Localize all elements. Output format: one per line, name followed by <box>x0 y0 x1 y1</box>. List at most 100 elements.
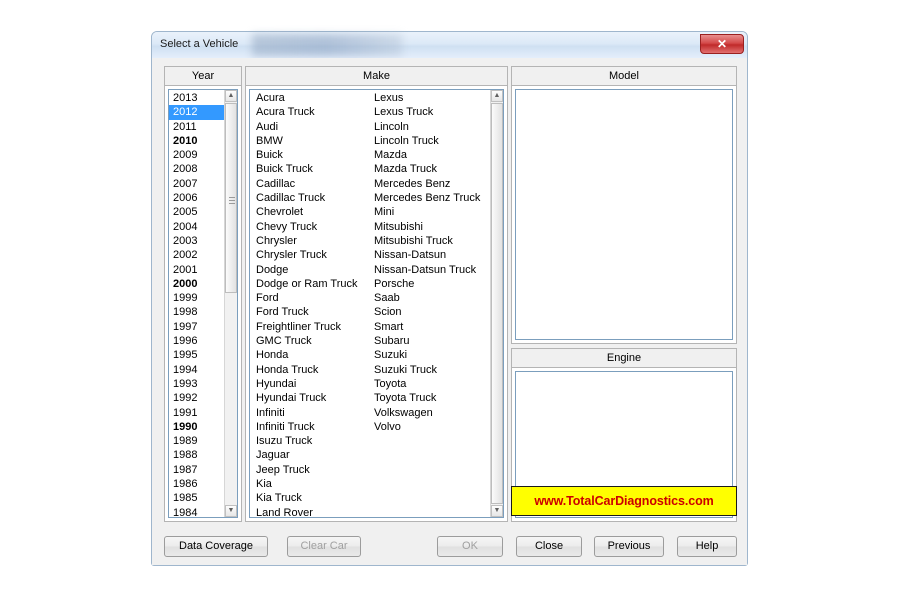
year-list-item[interactable]: 1997 <box>169 320 224 334</box>
close-button[interactable]: Close <box>516 536 582 557</box>
year-list-item[interactable]: 1995 <box>169 348 224 362</box>
model-listbox[interactable] <box>515 89 733 340</box>
scroll-down-icon[interactable]: ▼ <box>225 505 237 517</box>
year-list-item[interactable]: 2013 <box>169 91 224 105</box>
year-scrollbar[interactable]: ▲ ▼ <box>224 90 237 517</box>
make-list-item[interactable]: Smart <box>370 320 490 334</box>
make-list-item[interactable]: Chevy Truck <box>250 220 370 234</box>
make-list-item[interactable]: Cadillac <box>250 177 370 191</box>
year-list-item[interactable]: 1993 <box>169 377 224 391</box>
year-list-item[interactable]: 2001 <box>169 263 224 277</box>
help-button[interactable]: Help <box>677 536 737 557</box>
previous-button[interactable]: Previous <box>594 536 664 557</box>
make-list-item[interactable]: Toyota Truck <box>370 391 490 405</box>
year-list-item[interactable]: 1996 <box>169 334 224 348</box>
year-list-item[interactable]: 2006 <box>169 191 224 205</box>
make-list-item[interactable]: Ford Truck <box>250 305 370 319</box>
make-list-item[interactable]: Infiniti <box>250 406 370 420</box>
make-list-item[interactable]: Chrysler Truck <box>250 248 370 262</box>
make-list-item[interactable]: Hyundai <box>250 377 370 391</box>
scroll-down-icon[interactable]: ▼ <box>491 505 503 517</box>
year-list-item[interactable]: 2000 <box>169 277 224 291</box>
make-list-item[interactable]: Lincoln Truck <box>370 134 490 148</box>
data-coverage-button[interactable]: Data Coverage <box>164 536 268 557</box>
make-list-item[interactable]: Freightliner Truck <box>250 320 370 334</box>
make-list-item[interactable]: Subaru <box>370 334 490 348</box>
make-list-item[interactable]: Mini <box>370 205 490 219</box>
make-list-item[interactable]: Land Rover <box>250 506 370 517</box>
make-list-item[interactable]: Acura Truck <box>250 105 370 119</box>
make-list-item[interactable]: Chrysler <box>250 234 370 248</box>
close-icon[interactable]: ✕ <box>700 34 744 54</box>
make-list-item[interactable]: Toyota <box>370 377 490 391</box>
make-list-item[interactable]: Volvo <box>370 420 490 434</box>
make-list-item[interactable]: Kia <box>250 477 370 491</box>
year-list-item[interactable]: 1988 <box>169 448 224 462</box>
make-list-item[interactable]: Mitsubishi <box>370 220 490 234</box>
make-list-item[interactable]: Porsche <box>370 277 490 291</box>
year-list-item[interactable]: 1985 <box>169 491 224 505</box>
make-list-item[interactable]: Suzuki <box>370 348 490 362</box>
make-list-item[interactable]: BMW <box>250 134 370 148</box>
year-list-item[interactable]: 1999 <box>169 291 224 305</box>
year-list-item[interactable]: 2009 <box>169 148 224 162</box>
make-list-item[interactable]: Infiniti Truck <box>250 420 370 434</box>
year-listbox[interactable]: 2013 2012 2011 2010 2009 2008 2007 2006 2005 2004… <box>168 89 238 518</box>
make-list-item[interactable]: Mazda <box>370 148 490 162</box>
year-list-item[interactable]: 2011 <box>169 120 224 134</box>
ok-button[interactable]: OK <box>437 536 503 557</box>
make-list-item[interactable]: Dodge <box>250 263 370 277</box>
make-list-item[interactable]: Acura <box>250 91 370 105</box>
make-list-item[interactable]: Mercedes Benz <box>370 177 490 191</box>
make-list-item[interactable]: Lincoln <box>370 120 490 134</box>
make-listbox[interactable]: Acura Acura Truck Audi BMW Buick Buick Truck C… <box>249 89 504 518</box>
make-list-item[interactable]: Lexus <box>370 91 490 105</box>
year-list-item[interactable]: 1986 <box>169 477 224 491</box>
year-list-item[interactable]: 1991 <box>169 406 224 420</box>
make-scroll-thumb[interactable] <box>491 103 503 504</box>
year-list-item[interactable]: 2007 <box>169 177 224 191</box>
make-list-item[interactable]: Lexus Truck <box>370 105 490 119</box>
make-list-item[interactable]: Jaguar <box>250 448 370 462</box>
make-list-item[interactable]: Kia Truck <box>250 491 370 505</box>
make-list-column-2[interactable]: Lexus Lexus Truck Lincoln Lincoln Truck Mazd… <box>370 91 490 517</box>
make-list-item[interactable]: Chevrolet <box>250 205 370 219</box>
year-scroll-thumb[interactable] <box>225 103 237 293</box>
year-list-item[interactable]: 2004 <box>169 220 224 234</box>
make-list-item[interactable]: Mazda Truck <box>370 162 490 176</box>
year-list[interactable]: 2013 2012 2011 2010 2009 2008 2007 2006 2005 2004… <box>169 90 224 517</box>
make-list-item[interactable]: Scion <box>370 305 490 319</box>
make-list-item[interactable]: Ford <box>250 291 370 305</box>
make-list-item[interactable]: Honda <box>250 348 370 362</box>
make-list-item[interactable]: Volkswagen <box>370 406 490 420</box>
make-list-item[interactable]: Saab <box>370 291 490 305</box>
year-list-item[interactable]: 2003 <box>169 234 224 248</box>
year-list-item[interactable]: 2008 <box>169 162 224 176</box>
year-list-item[interactable]: 1987 <box>169 463 224 477</box>
year-list-item[interactable]: 1989 <box>169 434 224 448</box>
make-list-item[interactable]: Buick Truck <box>250 162 370 176</box>
make-list-item[interactable]: Nissan-Datsun <box>370 248 490 262</box>
make-list-item[interactable]: Mercedes Benz Truck <box>370 191 490 205</box>
make-list-item[interactable]: Buick <box>250 148 370 162</box>
make-list-item[interactable]: Hyundai Truck <box>250 391 370 405</box>
year-list-item[interactable]: 2002 <box>169 248 224 262</box>
clear-car-button[interactable]: Clear Car <box>287 536 361 557</box>
make-list-item[interactable]: Mitsubishi Truck <box>370 234 490 248</box>
year-list-item[interactable]: 1990 <box>169 420 224 434</box>
make-list-item[interactable]: Jeep Truck <box>250 463 370 477</box>
year-list-item[interactable]: 2012 <box>169 105 224 120</box>
make-list-item[interactable]: Honda Truck <box>250 363 370 377</box>
make-list-item[interactable]: Cadillac Truck <box>250 191 370 205</box>
scroll-up-icon[interactable]: ▲ <box>491 90 503 102</box>
make-list-item[interactable]: Dodge or Ram Truck <box>250 277 370 291</box>
make-list-item[interactable]: Isuzu Truck <box>250 434 370 448</box>
year-list-item[interactable]: 1998 <box>169 305 224 319</box>
year-list-item[interactable]: 2005 <box>169 205 224 219</box>
make-list-item[interactable]: GMC Truck <box>250 334 370 348</box>
year-list-item[interactable]: 2010 <box>169 134 224 148</box>
make-list-column-1[interactable]: Acura Acura Truck Audi BMW Buick Buick Truck C… <box>250 91 370 517</box>
make-list-item[interactable]: Suzuki Truck <box>370 363 490 377</box>
make-list-item[interactable]: Nissan-Datsun Truck <box>370 263 490 277</box>
year-list-item[interactable]: 1994 <box>169 363 224 377</box>
